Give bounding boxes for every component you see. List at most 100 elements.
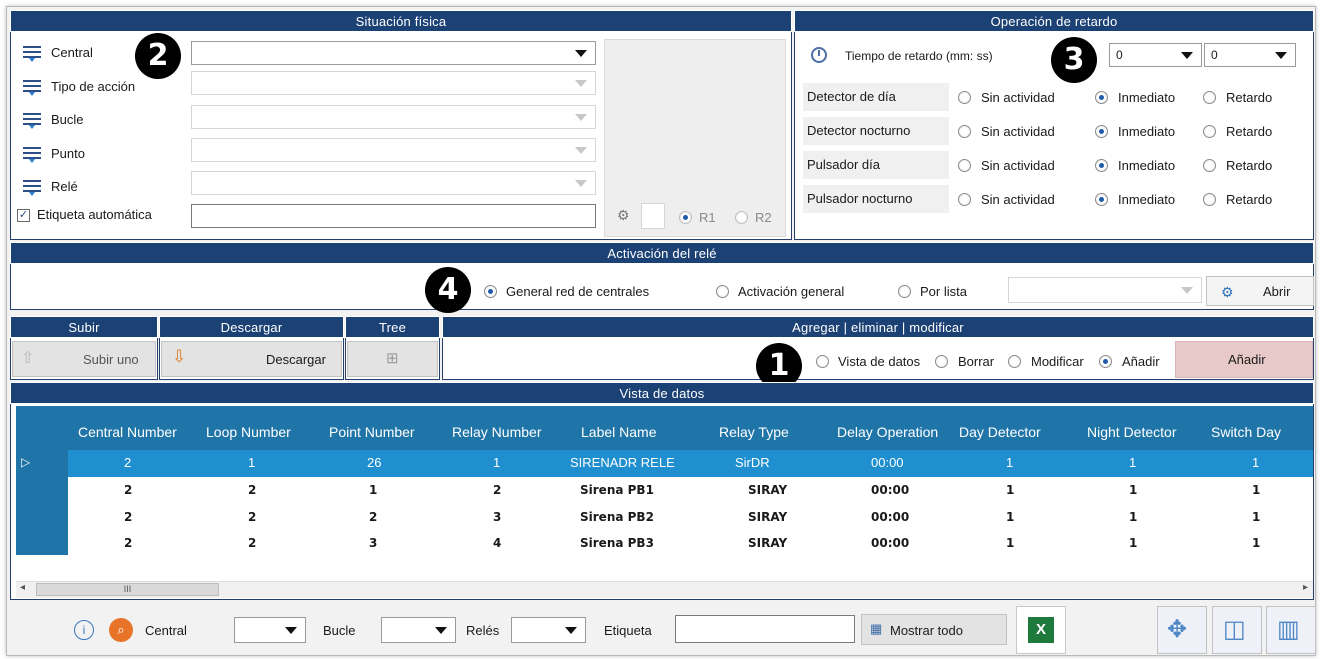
general-red-radio[interactable] (484, 285, 497, 298)
col-header[interactable]: Relay Type (719, 424, 789, 440)
borrar-radio[interactable] (935, 355, 948, 368)
preview-box (604, 39, 786, 237)
seconds-combo[interactable]: 0 (1204, 43, 1296, 67)
anadir-button[interactable]: Añadir (1175, 341, 1313, 378)
bucle-combo[interactable] (191, 105, 596, 129)
scroll-left-icon[interactable]: ◂ (20, 582, 25, 593)
col-header[interactable]: Delay Operation (837, 424, 938, 440)
badge-2: 2 (135, 33, 181, 79)
col-header[interactable]: Relay Number (452, 424, 541, 440)
tipo-accion-combo[interactable] (191, 71, 596, 95)
expand-all-button[interactable]: ✥ (1157, 606, 1207, 654)
cell: 00:00 (871, 483, 910, 497)
col-header[interactable]: Night Detector (1087, 424, 1176, 440)
activacion-header: Activación del relé (10, 242, 1314, 264)
lista-combo[interactable] (1008, 277, 1202, 303)
punto-combo[interactable] (191, 138, 596, 162)
cell: 2 (248, 510, 257, 524)
retardo-label: Retardo (1226, 124, 1273, 139)
relay-settings-icon[interactable]: ⚙ (617, 207, 630, 224)
inmediato-radio[interactable] (1095, 193, 1108, 206)
search-icon[interactable]: ⌕ (109, 618, 133, 642)
rele-combo[interactable] (191, 171, 596, 195)
cell: SIRAY (748, 483, 788, 497)
anadir-label: Añadir (1122, 354, 1160, 369)
retardo-label: Retardo (1226, 158, 1273, 173)
info-icon[interactable]: i (74, 620, 94, 640)
cell: Sirena PB1 (580, 483, 654, 497)
cell: SIRAY (748, 510, 788, 524)
descargar-button[interactable]: ⇩ Descargar (161, 341, 342, 377)
cell: 1 (493, 455, 501, 470)
cell: 1 (369, 483, 378, 497)
subir-uno-button[interactable]: ⇧ Subir uno (12, 341, 156, 377)
retardo-radio[interactable] (1203, 193, 1216, 206)
inmediato-label: Inmediato (1118, 124, 1176, 139)
vista-datos-radio[interactable] (816, 355, 829, 368)
anadir-radio[interactable] (1099, 355, 1112, 368)
scroll-thumb[interactable]: III (36, 583, 219, 596)
sin-actividad-radio[interactable] (958, 159, 971, 172)
situacion-header: Situación física (10, 10, 792, 32)
central-combo[interactable] (191, 41, 596, 65)
cell: 1 (1006, 510, 1015, 524)
col-header[interactable]: Point Number (329, 424, 415, 440)
sin-actividad-radio[interactable] (958, 91, 971, 104)
col-header[interactable]: Label Name (581, 424, 657, 440)
retardo-label: Retardo (1226, 192, 1273, 207)
sin-actividad-label: Sin actividad (981, 124, 1055, 139)
columns-view-button[interactable]: ▥ (1266, 606, 1316, 654)
split-icon: ◫ (1223, 616, 1246, 643)
cell: 00:00 (871, 536, 910, 550)
col-header[interactable]: Switch Day (1211, 424, 1281, 440)
cell: 2 (124, 455, 132, 470)
footer-central-combo[interactable] (234, 617, 306, 643)
cell: 2 (369, 510, 378, 524)
cell: 2 (124, 536, 133, 550)
col-header[interactable]: Loop Number (206, 424, 291, 440)
activacion-general-radio[interactable] (716, 285, 729, 298)
detector-nocturno-label: Detector nocturno (803, 117, 949, 145)
badge-4: 4 (425, 267, 471, 313)
etiqueta-input[interactable] (191, 204, 596, 228)
retardo-radio[interactable] (1203, 91, 1216, 104)
tree-button[interactable]: ⊞ (347, 341, 438, 377)
col-header[interactable]: Day Detector (959, 424, 1041, 440)
general-red-label: General red de centrales (506, 284, 650, 299)
bucle-label: Bucle (51, 112, 84, 127)
app-window: Situación física Central Tipo de acción … (6, 6, 1316, 656)
tiempo-label: Tiempo de retardo (mm: ss) (845, 49, 993, 63)
r2-radio[interactable] (735, 211, 748, 224)
footer-bucle-combo[interactable] (381, 617, 456, 643)
cell: 3 (369, 536, 378, 550)
retardo-radio[interactable] (1203, 159, 1216, 172)
cell: 26 (367, 455, 382, 470)
col-header[interactable]: Central Number (78, 424, 177, 440)
cell: 2 (248, 536, 257, 550)
modificar-radio[interactable] (1008, 355, 1021, 368)
excel-export-button[interactable]: X (1016, 606, 1066, 654)
retardo-radio[interactable] (1203, 125, 1216, 138)
footer-etiqueta-input[interactable] (675, 615, 855, 643)
minutes-combo[interactable]: 0 (1109, 43, 1202, 67)
footer-reles-combo[interactable] (511, 617, 586, 643)
badge-3: 3 (1051, 37, 1097, 83)
operacion-header: Operación de retardo (794, 10, 1314, 32)
r1-radio[interactable] (679, 211, 692, 224)
mostrar-todo-button[interactable]: ▦ Mostrar todo (861, 614, 1007, 645)
sin-actividad-radio[interactable] (958, 193, 971, 206)
pulsador-dia-label: Pulsador día (803, 151, 949, 179)
sin-actividad-radio[interactable] (958, 125, 971, 138)
por-lista-radio[interactable] (898, 285, 911, 298)
row-header-column (16, 456, 68, 555)
scroll-right-icon[interactable]: ▸ (1303, 582, 1308, 593)
abrir-button[interactable]: ⚙ Abrir (1206, 276, 1314, 306)
inmediato-radio[interactable] (1095, 159, 1108, 172)
auto-label-checkbox[interactable]: ✓ (17, 209, 30, 222)
inmediato-radio[interactable] (1095, 91, 1108, 104)
sin-actividad-label: Sin actividad (981, 90, 1055, 105)
inmediato-radio[interactable] (1095, 125, 1108, 138)
cell: 3 (493, 510, 502, 524)
clock-hand (818, 50, 820, 56)
split-view-button[interactable]: ◫ (1212, 606, 1262, 654)
